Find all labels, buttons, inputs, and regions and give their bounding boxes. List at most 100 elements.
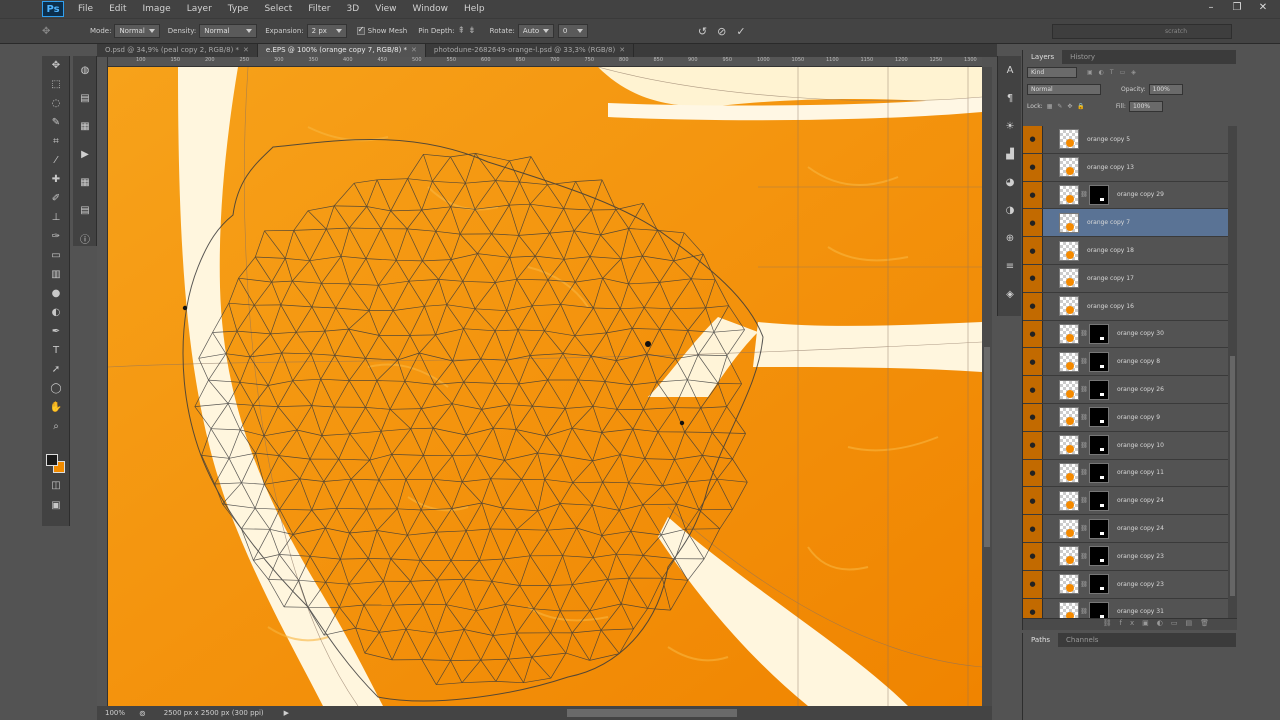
layer-row[interactable]: ● orange copy 13 [1023,153,1228,182]
layer-name[interactable]: orange copy 29 [1117,191,1164,198]
move-icon[interactable]: ✥ [42,56,70,75]
menu-edit[interactable]: Edit [101,4,134,14]
kind-filter-select[interactable]: Kind [1027,67,1077,78]
healing-icon[interactable]: ✚ [42,170,70,189]
status-menu-icon[interactable]: ▶ [284,709,289,717]
close-icon[interactable]: ✕ [411,46,417,54]
visibility-eye-icon[interactable]: ● [1023,403,1043,431]
link-icon[interactable]: ⛓ [1079,553,1089,560]
layer-thumbnail[interactable] [1059,490,1079,511]
menu-filter[interactable]: Filter [300,4,338,14]
layer-thumbnail[interactable] [1059,296,1079,317]
layer-mask-thumbnail[interactable] [1089,546,1109,567]
menu-type[interactable]: Type [220,4,257,14]
close-icon[interactable]: ✕ [619,46,625,54]
type-icon[interactable]: T [42,341,70,360]
marquee-icon[interactable]: ⬚ [42,75,70,94]
layer-row[interactable]: ● ⛓ orange copy 9 [1023,403,1228,432]
menu-help[interactable]: Help [456,4,493,14]
layer-row[interactable]: ● ⛓ orange copy 23 [1023,542,1228,571]
close-icon[interactable]: ✕ [243,46,249,54]
layer-mask-thumbnail[interactable] [1089,323,1109,344]
crop-icon[interactable]: ⌗ [42,132,70,151]
menu-view[interactable]: View [367,4,404,14]
layer-mask-thumbnail[interactable] [1089,574,1109,595]
layer-thumbnail[interactable] [1059,546,1079,567]
density-select[interactable]: Normal [199,24,258,38]
opacity-input[interactable]: 100% [1148,84,1183,95]
visibility-eye-icon[interactable]: ● [1023,515,1043,542]
layer-thumbnail[interactable] [1059,351,1079,372]
clone-source-icon[interactable]: ⊕ [998,224,1022,252]
visibility-eye-icon[interactable]: ● [1023,487,1043,515]
screen-mode-icon[interactable]: ▣ [42,496,70,515]
path-select-icon[interactable]: ➚ [42,360,70,379]
horizontal-scroll-thumb[interactable] [567,709,737,717]
layer-mask-thumbnail[interactable] [1089,351,1109,372]
scroll-thumb[interactable] [984,347,990,547]
lasso-icon[interactable]: ◌ [42,94,70,113]
layer-mask-thumbnail[interactable] [1089,462,1109,483]
pin-depth-up-icon[interactable]: ⇞ [458,26,466,36]
puppet-warp-tool-icon[interactable]: ✥ [42,26,82,37]
layer-mask-thumbnail[interactable] [1089,490,1109,511]
tab-paths[interactable]: Paths [1023,633,1059,647]
warp-pin[interactable] [679,420,685,426]
link-icon[interactable]: ⛓ [1079,497,1089,504]
link-icon[interactable]: ⛓ [1079,608,1089,615]
layer-thumbnail[interactable] [1059,601,1079,618]
zoom-icon[interactable]: ⌕ [42,417,70,436]
layer-actions-icons[interactable]: ⛓fx▣◐▭▤🗑 [1103,619,1217,627]
visibility-eye-icon[interactable]: ● [1023,348,1043,376]
eraser-icon[interactable]: ▭ [42,246,70,265]
rotate-degrees-input[interactable]: 0 [557,24,588,38]
layer-row[interactable]: ● ⛓ orange copy 24 [1023,515,1228,543]
layer-name[interactable]: orange copy 7 [1087,219,1130,226]
layer-thumbnail[interactable] [1059,518,1079,539]
expansion-input[interactable]: 2 px [306,24,347,38]
warp-pin-active[interactable] [645,341,651,347]
layer-thumbnail[interactable] [1059,435,1079,456]
hand-icon[interactable]: ✋ [42,398,70,417]
layer-name[interactable]: orange copy 23 [1117,553,1164,560]
link-icon[interactable]: ⛓ [1079,414,1089,421]
link-icon[interactable]: ⛓ [1079,386,1089,393]
tab-layers[interactable]: Layers [1023,50,1063,64]
layers-scrollbar[interactable] [1228,126,1237,618]
visibility-eye-icon[interactable]: ● [1023,320,1043,348]
quick-mask-icon[interactable]: ◫ [42,476,70,495]
layer-name[interactable]: orange copy 26 [1117,386,1164,393]
layer-thumbnail[interactable] [1059,240,1079,261]
paragraph-icon[interactable]: ¶ [998,84,1022,112]
layer-thumbnail[interactable] [1059,212,1079,233]
visibility-eye-icon[interactable]: ● [1023,153,1043,181]
layer-name[interactable]: orange copy 16 [1087,303,1134,310]
visibility-eye-icon[interactable]: ● [1023,542,1043,570]
scroll-thumb[interactable] [1230,356,1235,596]
close-button[interactable]: ✕ [1252,0,1274,14]
workspace-search[interactable]: scratch [1052,24,1232,39]
layer-row[interactable]: ● ⛓ orange copy 26 [1023,376,1228,404]
layer-thumbnail[interactable] [1059,129,1079,150]
actions-icon[interactable]: ▶ [73,140,97,168]
cancel-icon[interactable]: ⊘ [717,25,726,38]
layer-row[interactable]: ● ⛓ orange copy 8 [1023,348,1228,377]
history-brush-icon[interactable]: ✑ [42,227,70,246]
tab-o-psd[interactable]: O.psd @ 34,9% (peal copy 2, RGB/8) * ✕ [97,44,258,57]
layer-thumbnail[interactable] [1059,268,1079,289]
layer-name[interactable]: orange copy 9 [1117,414,1160,421]
layer-row[interactable]: ● orange copy 16 [1023,292,1228,321]
layer-mask-thumbnail[interactable] [1089,407,1109,428]
brush-presets-icon[interactable]: ▦ [73,112,97,140]
visibility-eye-icon[interactable]: ● [1023,376,1043,403]
levels-icon[interactable]: ▟ [998,140,1022,168]
visibility-eye-icon[interactable]: ● [1023,598,1043,618]
layer-mask-thumbnail[interactable] [1089,518,1109,539]
menu-layer[interactable]: Layer [179,4,220,14]
filter-icons[interactable]: ▣◐T▭◈ [1087,69,1142,76]
tab-photodune-psd[interactable]: photodune-2682649-orange-l.psd @ 33,3% (… [426,44,635,57]
tab-history[interactable]: History [1062,50,1103,64]
layer-mask-thumbnail[interactable] [1089,601,1109,618]
color-swatches[interactable] [46,454,66,474]
blur-icon[interactable]: ● [42,284,70,303]
